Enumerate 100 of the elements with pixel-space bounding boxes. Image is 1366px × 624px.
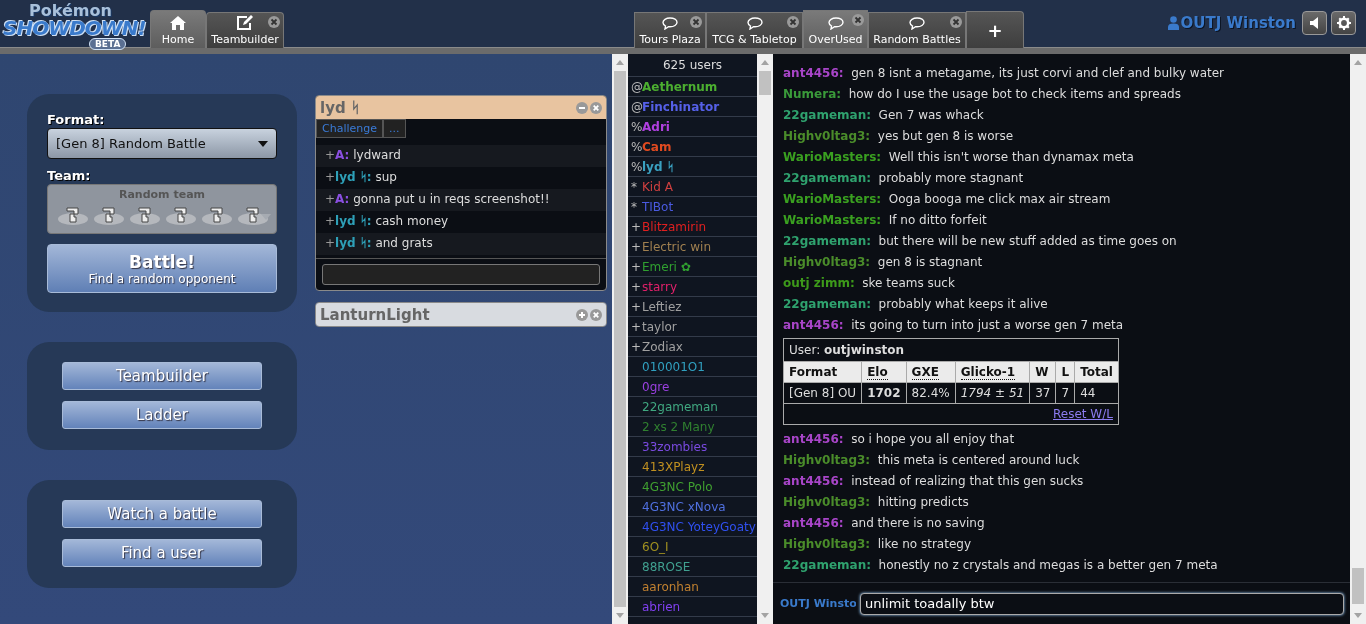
chat-username[interactable]: Numera: bbox=[783, 86, 842, 101]
user-name[interactable]: Kid A bbox=[642, 179, 673, 194]
user-name[interactable]: lyd ᛋ bbox=[642, 159, 674, 174]
user-name[interactable]: starry bbox=[642, 279, 678, 294]
user-name[interactable]: Aethernum bbox=[642, 79, 718, 94]
user-name[interactable]: abrien bbox=[642, 599, 681, 614]
chat-username[interactable]: ant4456: bbox=[783, 473, 844, 488]
chat-username[interactable]: Highv0ltag3: bbox=[783, 254, 871, 269]
sound-button[interactable] bbox=[1302, 11, 1327, 35]
menu-button[interactable]: Find a user bbox=[62, 539, 262, 567]
chat-username[interactable]: Highv0ltag3: bbox=[783, 128, 871, 143]
user-name[interactable]: 4G3NC Polo bbox=[642, 479, 713, 494]
user-name[interactable]: aaronhan bbox=[642, 579, 699, 594]
chat-username[interactable]: ant4456: bbox=[783, 515, 844, 530]
chat-username[interactable]: ant4456: bbox=[783, 65, 844, 80]
chat-username[interactable]: 22gameman: bbox=[783, 233, 871, 248]
chat-username[interactable]: lyd ᛋ: bbox=[335, 170, 372, 184]
scroll-up-icon[interactable] bbox=[616, 60, 624, 65]
chat-username[interactable]: WarioMasters: bbox=[783, 149, 882, 164]
room-tab[interactable]: Tours Plaza bbox=[634, 12, 706, 48]
close-icon[interactable] bbox=[950, 16, 962, 28]
message-text: like no strategy bbox=[876, 536, 971, 551]
room-tab[interactable]: OverUsed bbox=[803, 10, 868, 48]
scrollbar-thumb[interactable] bbox=[759, 71, 771, 95]
user-name[interactable]: 4G3NC YoteyGoaty bbox=[642, 519, 756, 534]
user-name[interactable]: 6O_I bbox=[642, 539, 669, 554]
menu-button[interactable]: Watch a battle bbox=[62, 500, 262, 528]
chat-username[interactable]: ant4456: bbox=[783, 317, 844, 332]
home-icon bbox=[170, 16, 186, 30]
user-name[interactable]: Blitzamirin bbox=[642, 219, 707, 234]
user-name[interactable]: taylor bbox=[642, 319, 677, 334]
chat-username[interactable]: 22gameman: bbox=[783, 296, 871, 311]
user-name[interactable]: Leftiez bbox=[642, 299, 682, 314]
expand-icon[interactable] bbox=[576, 308, 588, 321]
chat-username[interactable]: Highv0ltag3: bbox=[783, 452, 871, 467]
add-tab-button[interactable]: + bbox=[966, 11, 1024, 48]
scroll-up-icon[interactable] bbox=[761, 60, 769, 65]
chat-username[interactable]: ant4456: bbox=[783, 431, 844, 446]
user-rank: + bbox=[631, 239, 642, 254]
settings-button[interactable] bbox=[1331, 11, 1356, 35]
pm-tab[interactable]: Challenge bbox=[316, 119, 383, 138]
reset-link[interactable]: Reset W/L bbox=[1053, 407, 1113, 421]
tab[interactable]: Teambuilder bbox=[206, 12, 284, 48]
user-name[interactable]: 33zombies bbox=[642, 439, 708, 454]
user-name[interactable]: 88ROSE bbox=[642, 559, 691, 574]
user-name[interactable]: Emeri ✿ bbox=[642, 259, 691, 274]
user-name[interactable]: 010001O1 bbox=[642, 359, 705, 374]
placeholder-sprite-icon bbox=[94, 205, 124, 225]
chat-username[interactable]: WarioMasters: bbox=[783, 212, 882, 227]
format-dropdown[interactable]: [Gen 8] Random Battle bbox=[47, 128, 277, 159]
scrollbar-thumb[interactable] bbox=[614, 71, 626, 607]
user-name[interactable]: 413XPlayz bbox=[642, 459, 705, 474]
room-tab[interactable]: Random Battles bbox=[868, 12, 966, 48]
user-name[interactable]: Adri bbox=[642, 119, 670, 134]
close-icon[interactable] bbox=[590, 101, 602, 114]
close-icon[interactable] bbox=[268, 16, 280, 28]
room-tab[interactable]: TCG & Tabletop bbox=[706, 12, 803, 48]
close-icon[interactable] bbox=[690, 16, 702, 28]
scroll-up-icon[interactable] bbox=[1354, 60, 1362, 65]
message-text: instead of realizing that this gen sucks bbox=[850, 473, 1084, 488]
minimize-icon[interactable] bbox=[576, 101, 588, 114]
caret-icon bbox=[258, 140, 268, 147]
pm-window-header[interactable]: LanturnLight bbox=[316, 303, 606, 326]
scroll-down-icon[interactable] bbox=[761, 613, 769, 618]
message-input-field[interactable]: unlimit toadally btw bbox=[860, 592, 1344, 615]
username[interactable]: OUTJ Winston bbox=[1167, 14, 1296, 32]
scrollbar-thumb[interactable] bbox=[1352, 568, 1364, 604]
user-name[interactable]: Cam bbox=[642, 139, 672, 154]
menu-button[interactable]: Teambuilder bbox=[62, 362, 262, 390]
user-name[interactable]: 4G3NC xNova bbox=[642, 499, 726, 514]
user-name[interactable]: Zodiax bbox=[642, 339, 683, 354]
scroll-down-icon[interactable] bbox=[616, 613, 624, 618]
message-text: how do I use the usage bot to check items and spreads bbox=[847, 86, 1181, 101]
scroll-down-icon[interactable] bbox=[1354, 613, 1362, 618]
chat-username[interactable]: Highv0ltag3: bbox=[783, 536, 871, 551]
menu-button[interactable]: Ladder bbox=[62, 401, 262, 429]
user-name[interactable]: 2 xs 2 Many bbox=[642, 419, 715, 434]
chat-username[interactable]: 22gameman: bbox=[783, 107, 871, 122]
close-icon[interactable] bbox=[590, 308, 602, 321]
chat-username[interactable]: A: bbox=[335, 148, 350, 162]
user-name[interactable]: Finchinator bbox=[642, 99, 720, 114]
message-input-field[interactable] bbox=[322, 264, 600, 285]
chat-username[interactable]: Highv0ltag3: bbox=[783, 494, 871, 509]
user-name[interactable]: 22gameman bbox=[642, 399, 718, 414]
chat-username[interactable]: lyd ᛋ: bbox=[335, 236, 372, 250]
pm-window-header[interactable]: lyd ᛋ bbox=[316, 96, 606, 119]
user-name[interactable]: TIBot bbox=[642, 199, 674, 214]
close-icon[interactable] bbox=[852, 14, 864, 26]
user-name[interactable]: 0gre bbox=[642, 379, 670, 394]
user-name[interactable]: Electric win bbox=[642, 239, 712, 254]
chat-username[interactable]: A: bbox=[335, 192, 350, 206]
tab[interactable]: Home bbox=[150, 10, 206, 48]
pm-tab[interactable]: ... bbox=[383, 119, 406, 138]
chat-username[interactable]: 22gameman: bbox=[783, 170, 871, 185]
chat-username[interactable]: WarioMasters: bbox=[783, 191, 882, 206]
battle-button[interactable]: Battle! Find a random opponent bbox=[47, 244, 277, 293]
chat-username[interactable]: lyd ᛋ: bbox=[335, 214, 372, 228]
close-icon[interactable] bbox=[787, 16, 799, 28]
chat-username[interactable]: outj zimm: bbox=[783, 275, 855, 290]
chat-username[interactable]: 22gameman: bbox=[783, 557, 871, 572]
